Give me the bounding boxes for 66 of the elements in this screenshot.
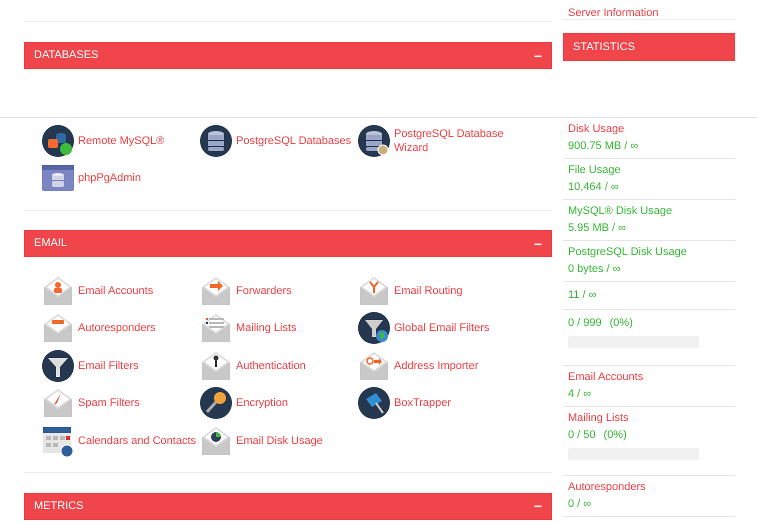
envelope-icon [200,274,232,307]
stat-value: 0 bytes / ∞ [568,262,620,277]
tool-link[interactable]: phpPgAdmin [78,171,141,186]
database-icon [200,124,232,157]
calendar-icon [42,424,74,457]
envelope-icon [42,312,74,344]
tool-link[interactable]: Forwarders [236,284,292,298]
collapse-icon[interactable]: − [534,236,542,250]
section-header[interactable]: EMAIL − [24,230,552,257]
stat-value: 10,464 / ∞ [568,180,619,195]
stat-label: Disk Usage [568,122,626,137]
envelope-icon [200,424,232,457]
tool-link[interactable]: Mailing Lists [236,321,297,336]
tool-link[interactable]: Remote MySQL® [78,134,164,148]
tool-link[interactable]: Email Accounts [78,284,154,298]
envelope-icon [358,350,390,382]
stat-value: 900.75 MB / ∞ [568,139,638,154]
section-header[interactable]: DATABASES − [24,42,552,69]
stat-value: 11 / ∞ [568,288,596,303]
section-header[interactable]: STATISTICS [563,33,735,61]
tool-link[interactable]: Encryption [236,396,288,410]
stat-label: MySQL® Disk Usage [568,204,674,219]
database-wizard-icon [358,124,390,157]
section-title: DATABASES [34,48,98,64]
stat-value: 4 / ∞ [568,387,592,402]
stat-label: Autoresponders [568,480,647,495]
stat-value: 0 / ∞ [568,497,592,512]
collapse-icon[interactable]: − [534,48,542,62]
tool-link[interactable]: BoxTrapper [394,396,452,410]
tool-link[interactable]: Calendars and Contacts [78,434,196,448]
server-information-link[interactable]: Server Information [568,7,658,19]
envelope-icon [200,312,232,344]
database-window-icon [42,165,74,192]
funnel-icon [42,350,74,382]
envelope-icon [42,387,74,420]
section-title: METRICS [34,498,84,514]
tool-link[interactable]: Autoresponders [78,321,156,336]
funnel-globe-icon [358,312,390,344]
tool-link[interactable]: Email Filters [78,358,139,373]
section-header[interactable]: METRICS − [24,492,552,520]
database-sync-icon [42,124,74,157]
box-trap-icon [358,387,390,420]
stat-value: 5.95 MB / ∞ [568,221,626,236]
collapse-icon[interactable]: − [534,499,542,513]
tool-link[interactable]: Global Email Filters [394,321,490,336]
envelope-icon [358,274,390,307]
key-icon [200,387,232,420]
section-title: STATISTICS [573,40,635,55]
envelope-icon [200,350,232,382]
tool-link[interactable]: Address Importer [394,358,478,373]
stat-label: File Usage [568,163,622,178]
tool-link[interactable]: PostgreSQL Databases [236,134,352,148]
section-title: EMAIL [34,236,68,252]
stat-label: PostgreSQL Disk Usage [568,245,688,260]
stat-value: 0 / 999 [568,316,602,331]
tool-link[interactable]: Authentication [236,358,306,373]
stat-label: Email Accounts [568,370,644,385]
tool-link[interactable]: Email Disk Usage [236,434,323,448]
tool-link[interactable]: Email Routing [394,284,462,298]
stat-percent: (0%) [604,428,627,443]
stat-percent: (0%) [610,316,633,331]
tool-link[interactable]: PostgreSQL Database Wizard [394,126,514,155]
envelope-icon [42,274,74,307]
stat-label: Mailing Lists [568,411,630,426]
stat-value: 0 / 50 [568,428,596,443]
tool-link[interactable]: Spam Filters [78,396,140,410]
